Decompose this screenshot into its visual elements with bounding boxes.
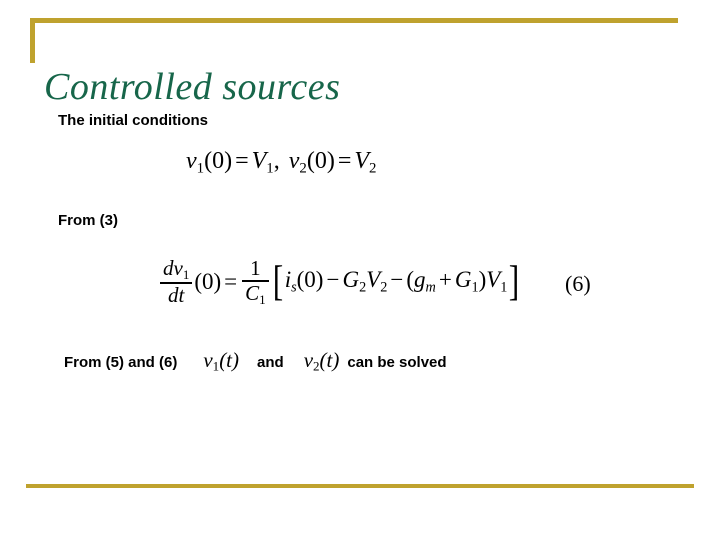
initial-conditions-label: The initial conditions xyxy=(58,112,208,129)
conclusion-row: From (5) and (6) v1(t) and v2(t) can be … xyxy=(64,348,447,375)
eq6-plus: + xyxy=(438,267,452,293)
equation-initial-conditions: v1(0) = V1, v2(0) = V2 xyxy=(186,146,376,183)
eq6-V1-sub: 1 xyxy=(500,279,508,296)
eq6-deriv-v: v xyxy=(173,256,183,280)
eq-ic-V1-sub: 1 xyxy=(266,160,274,177)
eq-ic-V1-name: V xyxy=(251,148,267,174)
eq6-deriv-arg: (0) xyxy=(194,269,222,295)
inline-v2-name: v xyxy=(303,348,314,372)
eq6-frac-denominator: C1 xyxy=(242,280,269,307)
eq-ic-v2-arg: (0) xyxy=(306,148,335,174)
eq-ic-equals-1: = xyxy=(235,148,249,174)
equation-6-number: (6) xyxy=(565,271,591,296)
eq-ic-equals-2: = xyxy=(337,148,352,174)
eq6-frac-C: C xyxy=(245,280,260,305)
eq6-deriv-numerator: dv1 xyxy=(160,256,192,282)
eq6-c1-fraction: 1 C1 xyxy=(242,256,269,307)
eq6-dv1-dt-fraction: dv1 dt xyxy=(160,256,193,307)
slide-title: Controlled sources xyxy=(44,66,341,108)
from-3-label: From (3) xyxy=(58,212,118,229)
slide-canvas: Controlled sources The initial condition… xyxy=(0,0,720,540)
and-label: and xyxy=(257,354,284,371)
eq6-bracket-open: [ xyxy=(272,258,283,305)
eq6-bracket-body: is(0) − G2V2− (gm + G1)V1 xyxy=(285,267,508,296)
eq6-frac-C-sub: 1 xyxy=(259,291,266,307)
inline-equation-v1-t: v1(t) xyxy=(203,348,239,375)
eq6-is-arg: (0) xyxy=(296,267,324,293)
eq6-deriv-denominator: dt xyxy=(168,282,185,307)
eq6-G1-sub: 1 xyxy=(471,279,479,296)
eq6-gm-sub: m xyxy=(425,279,436,296)
inline-v1-arg: (t) xyxy=(219,348,240,372)
eq-ic-v2-sub: 2 xyxy=(299,160,307,177)
eq6-paren-open: ( xyxy=(406,267,415,293)
eq-ic-V2-name: V xyxy=(354,148,370,174)
eq6-G1-name: G xyxy=(454,267,472,293)
inline-equation-v2-t: v2(t) xyxy=(304,348,340,375)
eq-ic-v1-name: v xyxy=(186,148,197,174)
inline-v1-name: v xyxy=(203,348,213,372)
eq-ic-v1-sub: 1 xyxy=(196,160,205,177)
eq6-deriv-d: d xyxy=(163,256,174,280)
can-be-solved-label: can be solved xyxy=(347,354,447,371)
eq6-V1-name: V xyxy=(486,267,501,293)
eq6-deriv-v-sub: 1 xyxy=(182,266,190,282)
bottom-accent-rule xyxy=(26,484,694,488)
eq6-gm-name: g xyxy=(414,267,426,293)
eq-ic-V2-sub: 2 xyxy=(369,160,377,177)
eq6-equals: = xyxy=(224,269,238,295)
eq6-G2-name: G xyxy=(342,267,360,293)
eq-ic-v1-arg: (0) xyxy=(204,148,233,174)
eq6-minus-2: − xyxy=(390,267,404,293)
from-5-and-6-label: From (5) and (6) xyxy=(64,354,178,371)
eq6-V2-name: V xyxy=(366,267,381,293)
inline-v2-arg: (t) xyxy=(319,348,340,372)
eq6-one-over-c1-fraction: 1 C1 xyxy=(240,256,271,307)
eq6-minus-1: − xyxy=(326,267,340,293)
eq-ic-comma: , xyxy=(273,148,280,174)
top-accent-rule xyxy=(30,18,678,23)
eq6-bracket-close: ] xyxy=(509,258,520,305)
equation-6: dv1 dt (0) = 1 C1 [ is(0) − G2V2− (gm + G1)V1… xyxy=(158,256,521,307)
left-accent-rule xyxy=(30,18,35,63)
eq-ic-v2-name: v xyxy=(288,148,300,174)
eq6-derivative-fraction: dv1 dt xyxy=(158,256,194,307)
eq6-frac-numerator: 1 xyxy=(250,256,261,280)
